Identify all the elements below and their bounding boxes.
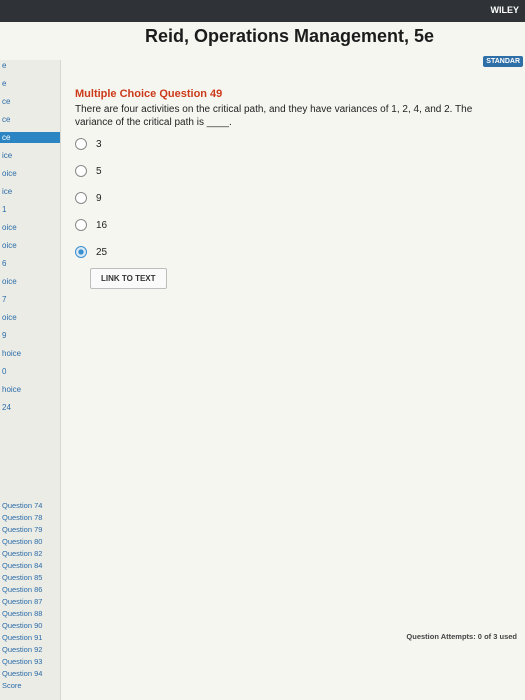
sidebar-item[interactable]: oice [0, 276, 60, 287]
sidebar-question-item[interactable]: Question 92 [0, 644, 60, 655]
choice-label: 16 [96, 219, 108, 231]
sidebar-question-item[interactable]: Score [0, 680, 60, 691]
sidebar-item[interactable]: 7 [0, 294, 60, 305]
sidebar-question-item[interactable]: Question 88 [0, 608, 60, 619]
radio-icon[interactable] [75, 138, 87, 150]
question-header: Multiple Choice Question 49 [75, 88, 223, 100]
top-bar: WILEY [0, 0, 525, 22]
sidebar-item[interactable]: ice [0, 186, 60, 197]
radio-icon[interactable] [75, 192, 87, 204]
question-attempts: Question Attempts: 0 of 3 used [406, 632, 517, 641]
question-text: There are four activities on the critica… [75, 104, 473, 128]
sidebar-item[interactable]: oice [0, 312, 60, 323]
answer-choice[interactable]: 3 [75, 135, 107, 153]
answer-choice[interactable]: 9 [75, 189, 107, 207]
sidebar-question-item[interactable]: Question 86 [0, 584, 60, 595]
radio-selected-icon[interactable] [75, 246, 87, 258]
sidebar-item[interactable]: 24 [0, 402, 60, 413]
sidebar-question-item[interactable]: Question 82 [0, 548, 60, 559]
choice-label: 3 [96, 138, 102, 150]
sidebar-item[interactable]: hoice [0, 384, 60, 395]
sidebar-item[interactable]: 0 [0, 366, 60, 377]
sidebar-item[interactable]: e [0, 78, 60, 89]
sidebar-question-item[interactable]: Question 87 [0, 596, 60, 607]
answer-choices: 3 5 9 16 25 [75, 135, 107, 270]
sidebar-item[interactable]: ce [0, 96, 60, 107]
sidebar-question-item[interactable]: Question 85 [0, 572, 60, 583]
sidebar-question-item[interactable]: Question 91 [0, 632, 60, 643]
sidebar-item[interactable]: hoice [0, 348, 60, 359]
sidebar-question-item[interactable]: Question 84 [0, 560, 60, 571]
sidebar: e e ce ce ce ice oice ice 1 oice oice 6 oice 7 oice 9 ho… [0, 60, 61, 700]
sidebar-question-item[interactable]: Question 80 [0, 536, 60, 547]
link-to-text-button[interactable]: LINK TO TEXT [90, 268, 167, 289]
sidebar-item[interactable]: ice [0, 150, 60, 161]
sidebar-nav: e e ce ce ce ice oice ice 1 oice oice 6 oice 7 oice 9 ho… [0, 60, 60, 413]
sidebar-item[interactable]: ce [0, 114, 60, 125]
answer-choice[interactable]: 16 [75, 216, 107, 234]
book-title: Reid, Operations Management, 5e [145, 26, 435, 46]
brand-logo: WILEY [490, 5, 520, 15]
sidebar-question-item[interactable]: Question 90 [0, 620, 60, 631]
answer-choice[interactable]: 25 [75, 243, 107, 261]
sidebar-question-item[interactable]: Question 94 [0, 668, 60, 679]
sidebar-item[interactable]: 1 [0, 204, 60, 215]
screen: WILEY Reid, Operations Management, 5e ee… [0, 0, 525, 700]
sidebar-item[interactable]: ce [0, 132, 60, 143]
sidebar-item[interactable]: 9 [0, 330, 60, 341]
choice-label: 9 [96, 192, 102, 204]
sidebar-question-item[interactable]: Question 74 [0, 500, 60, 511]
sidebar-item[interactable]: 6 [0, 258, 60, 269]
sidebar-question-item[interactable]: Question 79 [0, 524, 60, 535]
standard-badge: STANDAR [483, 56, 523, 67]
sidebar-question-item[interactable]: Question 78 [0, 512, 60, 523]
radio-icon[interactable] [75, 165, 87, 177]
choice-label: 5 [96, 165, 102, 177]
sidebar-item[interactable]: oice [0, 240, 60, 251]
answer-choice[interactable]: 5 [75, 162, 107, 180]
sidebar-item[interactable]: e [0, 60, 60, 71]
sidebar-item[interactable]: oice [0, 222, 60, 233]
choice-label: 25 [96, 246, 108, 258]
main-content [60, 60, 525, 700]
sidebar-question-item[interactable]: Question 93 [0, 656, 60, 667]
radio-icon[interactable] [75, 219, 87, 231]
sidebar-item[interactable]: oice [0, 168, 60, 179]
question-nav: Question 74 Question 78 Question 79 Questio… [0, 500, 60, 692]
